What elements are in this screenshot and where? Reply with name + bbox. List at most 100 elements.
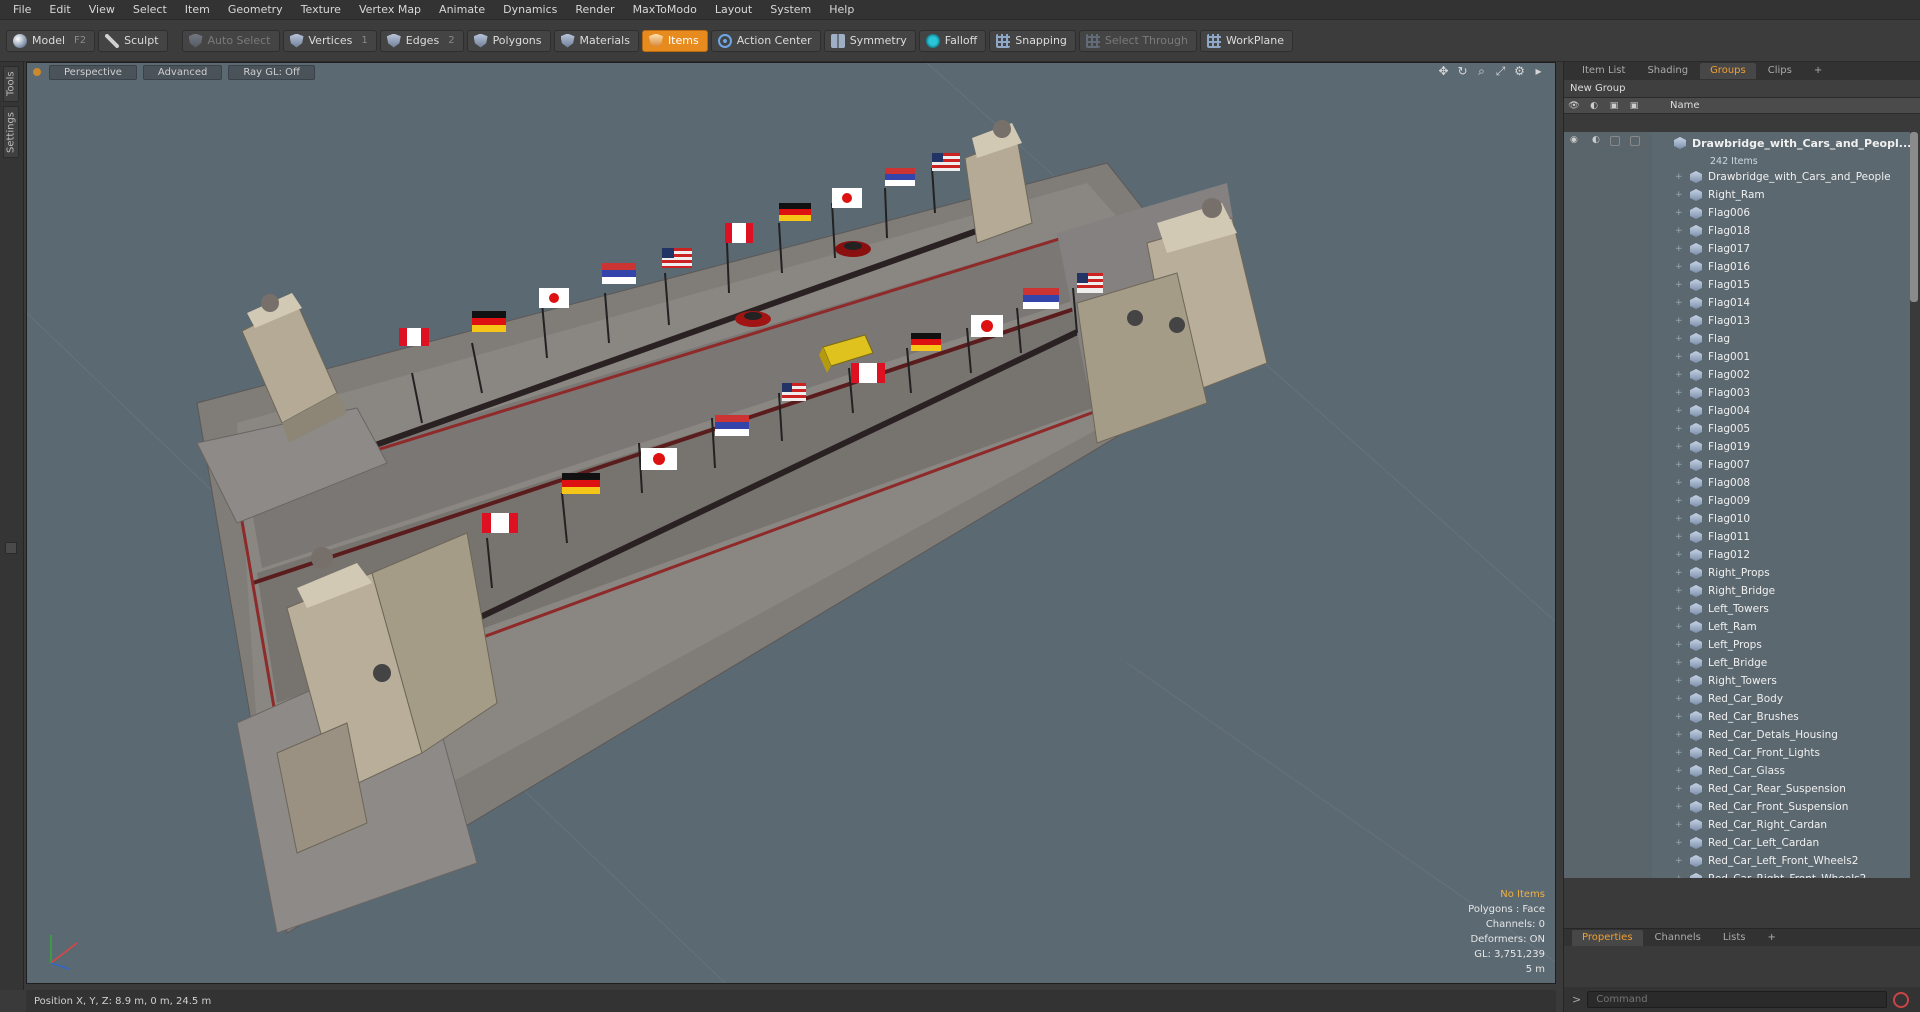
visibility-eye-icon[interactable]: ◉ [1570,135,1578,145]
expand-icon[interactable]: + [1675,460,1683,470]
group-root-row[interactable]: ◉ ◐ Drawbridge_with_Cars_and_Peopl... [1564,132,1910,154]
expand-icon[interactable]: + [1675,550,1683,560]
expand-icon[interactable]: + [1675,406,1683,416]
sculpt-button[interactable]: Sculpt [98,29,168,52]
expand-icon[interactable]: + [1675,226,1683,236]
menu-texture[interactable]: Texture [292,0,350,20]
menu-view[interactable]: View [80,0,124,20]
menu-help[interactable]: Help [820,0,863,20]
menu-edit[interactable]: Edit [40,0,79,20]
list-item[interactable]: + Right_Bridge [1564,582,1910,600]
list-item[interactable]: + Flag016 [1564,258,1910,276]
name-column-header[interactable]: Name [1670,100,1700,111]
action-center-button[interactable]: Action Center [710,29,821,52]
items-button[interactable]: Items [641,29,708,52]
list-item[interactable]: + Flag014 [1564,294,1910,312]
list-item[interactable]: + Flag [1564,330,1910,348]
expand-icon[interactable]: + [1675,190,1683,200]
menu-file[interactable]: File [4,0,40,20]
menu-geometry[interactable]: Geometry [219,0,292,20]
expand-icon[interactable]: + [1675,370,1683,380]
menu-layout[interactable]: Layout [706,0,761,20]
symmetry-button[interactable]: Symmetry [823,29,916,52]
expand-icon[interactable]: + [1675,874,1683,878]
expand-icon[interactable]: + [1675,658,1683,668]
command-input[interactable] [1587,991,1888,1008]
expand-icon[interactable]: + [1675,604,1683,614]
list-scrollbar[interactable] [1910,132,1918,302]
expand-icon[interactable]: + [1675,478,1683,488]
falloff-button[interactable]: Falloff [918,29,987,52]
list-item[interactable]: + Red_Car_Detals_Housing [1564,726,1910,744]
expand-icon[interactable]: + [1675,172,1683,182]
visibility-eye-icon[interactable]: 👁 [1564,101,1584,111]
command-history-icon[interactable] [1893,991,1910,1008]
select-through-button[interactable]: Select Through [1078,29,1197,52]
settings-tab[interactable]: Settings [3,106,19,158]
expand-icon[interactable]: + [1675,712,1683,722]
tab-item-list[interactable]: Item List [1572,63,1635,79]
zoom-view-icon[interactable]: ⌕ [1475,65,1488,78]
list-item[interactable]: + Flag009 [1564,492,1910,510]
list-item[interactable]: + Flag018 [1564,222,1910,240]
expand-icon[interactable]: + [1675,262,1683,272]
add-tab-icon[interactable]: + [1804,63,1832,79]
list-item[interactable]: + Red_Car_Brushes [1564,708,1910,726]
snapping-button[interactable]: Snapping [989,29,1076,52]
expand-icon[interactable]: + [1675,352,1683,362]
expand-icon[interactable]: + [1675,784,1683,794]
panel-toggle-button[interactable] [5,542,17,554]
expand-icon[interactable]: + [1675,748,1683,758]
model-button[interactable]: Model F2 [6,29,96,52]
list-item[interactable]: + Right_Props [1564,564,1910,582]
list-item[interactable]: + Flag002 [1564,366,1910,384]
expand-icon[interactable]: + [1675,424,1683,434]
list-item[interactable]: + Left_Props [1564,636,1910,654]
list-item[interactable]: + Flag007 [1564,456,1910,474]
edges-button[interactable]: Edges 2 [379,29,464,52]
vertices-button[interactable]: Vertices 1 [282,29,377,52]
menu-dynamics[interactable]: Dynamics [494,0,566,20]
list-item[interactable]: + Left_Towers [1564,600,1910,618]
tab-lists[interactable]: Lists [1713,930,1756,946]
expand-icon[interactable]: + [1675,280,1683,290]
expand-icon[interactable]: + [1675,442,1683,452]
list-item[interactable]: + Flag010 [1564,510,1910,528]
list-item[interactable]: + Flag012 [1564,546,1910,564]
list-item[interactable]: + Red_Car_Front_Suspension [1564,798,1910,816]
list-item[interactable]: + Left_Bridge [1564,654,1910,672]
list-item[interactable]: + Flag017 [1564,240,1910,258]
list-item[interactable]: + Flag015 [1564,276,1910,294]
select-icon[interactable]: ▣ [1624,101,1644,111]
tab-shading[interactable]: Shading [1637,63,1698,79]
tab-groups[interactable]: Groups [1700,63,1756,79]
list-item[interactable]: + Red_Car_Glass [1564,762,1910,780]
expand-icon[interactable]: + [1675,622,1683,632]
expand-icon[interactable]: + [1675,694,1683,704]
expand-icon[interactable]: + [1675,298,1683,308]
tab-properties[interactable]: Properties [1572,929,1643,946]
select-checkbox[interactable] [1630,136,1640,146]
expand-icon[interactable]: + [1675,388,1683,398]
list-item[interactable]: + Flag005 [1564,420,1910,438]
menu-maxtomodo[interactable]: MaxToModo [624,0,706,20]
expand-icon[interactable]: + [1675,532,1683,542]
expand-icon[interactable]: + [1675,820,1683,830]
maximize-view-icon[interactable]: ⤢ [1494,65,1507,78]
list-item[interactable]: + Red_Car_Right_Front_Wheels2 [1564,870,1910,878]
move-view-icon[interactable]: ✥ [1437,65,1450,78]
list-item[interactable]: + Flag006 [1564,204,1910,222]
menu-system[interactable]: System [761,0,820,20]
render-icon[interactable]: ◐ [1584,101,1604,111]
list-item[interactable]: + Red_Car_Rear_Suspension [1564,780,1910,798]
expand-icon[interactable]: + [1675,640,1683,650]
expand-icon[interactable]: + [1675,730,1683,740]
groups-list[interactable]: ◉ ◐ Drawbridge_with_Cars_and_Peopl... 24… [1564,132,1910,878]
viewport-options-dot-icon[interactable] [33,68,41,76]
polygons-button[interactable]: Polygons [466,29,551,52]
expand-icon[interactable]: + [1675,838,1683,848]
list-item[interactable]: + Red_Car_Body [1564,690,1910,708]
tools-tab[interactable]: Tools [3,66,19,102]
list-item[interactable]: + Flag019 [1564,438,1910,456]
add-tab-icon[interactable]: + [1758,930,1786,946]
